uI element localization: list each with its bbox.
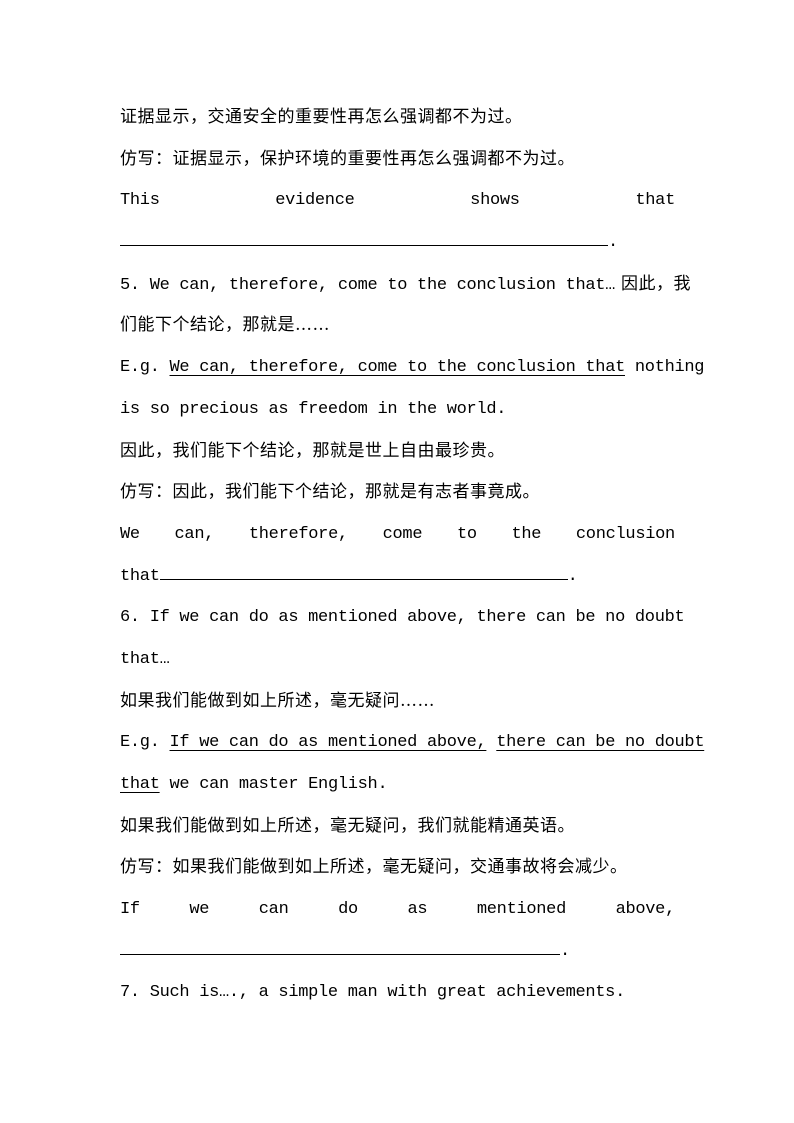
word: We: [120, 524, 140, 544]
example-rest: nothing: [625, 358, 705, 378]
item-5-heading: 5. We can, therefore, come to the conclu…: [120, 264, 691, 306]
word: above,: [615, 900, 676, 920]
heading-cn: 因此，我: [615, 273, 691, 294]
example-rest: we can master English.: [159, 775, 388, 794]
item-5-imitation: 仿写：因此，我们能下个结论，那就是有志者事竟成。: [120, 482, 540, 503]
word: that: [120, 566, 160, 586]
item-6-heading: 6. If we can do as mentioned above, ther…: [120, 608, 685, 628]
example-underlined: We can, therefore, come to the conclusio…: [169, 358, 626, 378]
item-6-answer-line: .: [120, 931, 675, 973]
item-5-example-cont: is so precious as freedom in the world.: [120, 399, 507, 419]
imitation-prompt: 仿写：证据显示，保护环境的重要性再怎么强调都不为过。: [120, 148, 575, 169]
example-prefix: E.g.: [120, 358, 170, 378]
word: can,: [174, 524, 215, 544]
item-6-imitation: 仿写：如果我们能做到如上所述，毫无疑问，交通事故将会减少。: [120, 857, 628, 878]
word: the: [511, 524, 542, 544]
example-prefix: E.g.: [120, 733, 170, 753]
answer-blank-line: .: [120, 222, 675, 264]
period: .: [608, 233, 618, 253]
word: conclusion: [575, 524, 675, 544]
period: .: [560, 941, 570, 961]
example-underlined: there can be no doubt: [496, 733, 705, 753]
answer-blank[interactable]: [159, 565, 568, 580]
item-5-translation: 因此，我们能下个结论，那就是世上自由最珍贵。: [120, 440, 505, 461]
word: we: [189, 900, 210, 920]
answer-blank[interactable]: [120, 231, 608, 247]
item-5-example: E.g. We can, therefore, come to the conc…: [120, 347, 705, 389]
fill-in-sentence: This evidence shows that: [120, 180, 675, 222]
heading-en: 5. We can, therefore, come to the conclu…: [120, 275, 616, 295]
sentence-cn: 证据显示，交通安全的重要性再怎么强调都不为过。: [120, 107, 523, 127]
word: come: [382, 524, 423, 544]
item-6-example: E.g. If we can do as mentioned above, th…: [120, 722, 705, 764]
item-6-example-cont: that we can master English.: [120, 764, 675, 806]
word: as: [407, 900, 428, 920]
item-7-heading: 7. Such is…., a simple man with great ac…: [120, 983, 625, 1003]
word: to: [456, 524, 477, 544]
answer-blank[interactable]: [120, 940, 560, 955]
item-6-heading-cn: 如果我们能做到如上所述，毫无疑问……: [120, 690, 435, 711]
word: evidence: [275, 191, 355, 211]
example-underlined: If we can do as mentioned above,: [169, 733, 487, 753]
word: that: [635, 191, 675, 211]
item-5-heading-cn: 们能下个结论，那就是……: [120, 315, 330, 336]
item-5-answer-line: that.: [120, 556, 675, 598]
document-page: 证据显示，交通安全的重要性再怎么强调都不为过。 仿写：证据显示，保护环境的重要性…: [120, 97, 705, 1014]
word: This: [120, 191, 160, 211]
example-underlined: that: [120, 775, 160, 794]
item-6-translation: 如果我们能做到如上所述，毫无疑问，我们就能精通英语。: [120, 815, 575, 836]
word: mentioned: [476, 900, 566, 920]
item-6-fill-sentence: If we can do as mentioned above,: [120, 889, 675, 931]
item-5-fill-sentence: We can, therefore, come to the conclusio…: [120, 514, 675, 556]
word: can: [258, 900, 289, 920]
word: do: [338, 900, 358, 920]
word: therefore,: [248, 524, 348, 544]
item-6-heading-cont: that…: [120, 649, 170, 669]
word: shows: [470, 191, 520, 211]
period: .: [567, 566, 578, 586]
word: If: [120, 900, 140, 920]
